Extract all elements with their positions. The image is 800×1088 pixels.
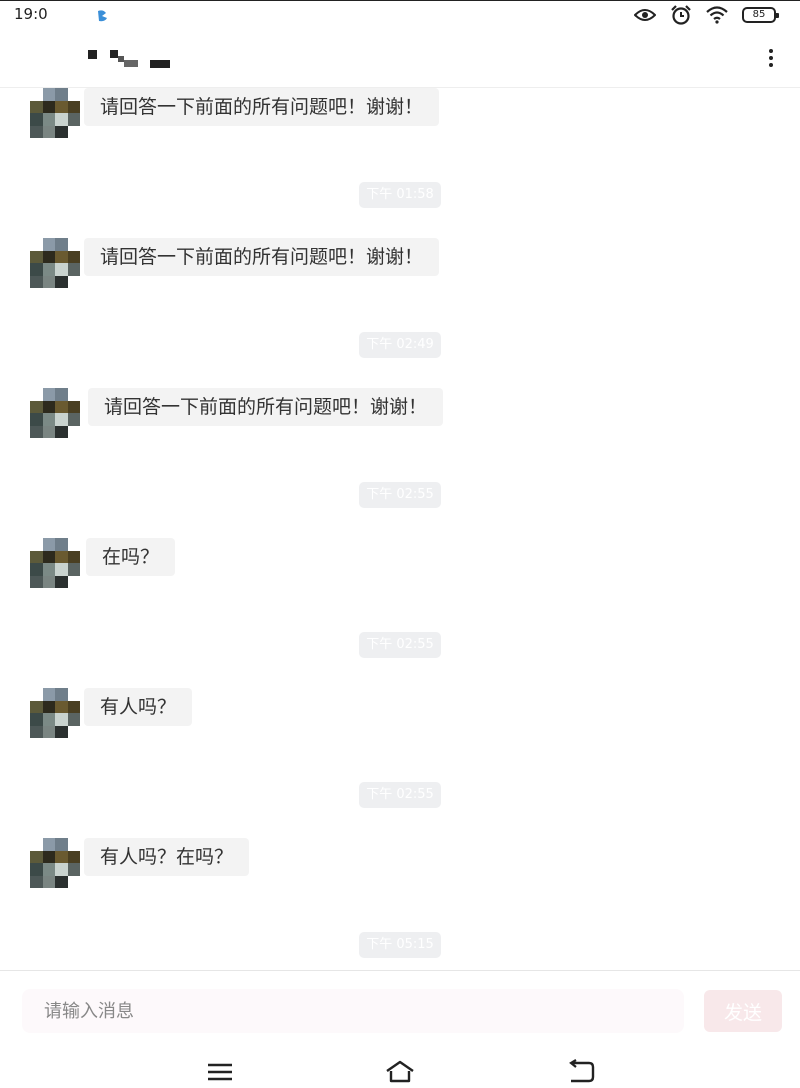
home-icon[interactable] [385, 1058, 415, 1084]
app-notification-icon [96, 8, 110, 22]
message-row: 请回答一下前面的所有问题吧！谢谢！ [0, 388, 800, 442]
message-timestamp: 下午 02:55 [359, 482, 441, 508]
message-input[interactable] [22, 989, 684, 1033]
message-bubble[interactable]: 有人吗？ [84, 688, 193, 726]
contact-avatar[interactable] [30, 88, 80, 138]
message-bubble[interactable]: 请回答一下前面的所有问题吧！谢谢！ [84, 88, 440, 126]
contact-name-redacted [88, 48, 178, 70]
contact-avatar[interactable] [30, 238, 80, 288]
battery-level: 85 [752, 9, 766, 20]
message-list[interactable]: 请回答一下前面的所有问题吧！谢谢！ 下午 01:58 请回答一下前面的所有问题吧… [0, 88, 800, 970]
status-icons: 85 [634, 4, 779, 26]
message-row: 有人吗？在吗？ [0, 838, 800, 892]
message-bubble[interactable]: 在吗？ [86, 538, 176, 576]
message-composer: 发送 [0, 970, 800, 1054]
wifi-icon [706, 6, 728, 24]
message-bubble[interactable]: 请回答一下前面的所有问题吧！谢谢！ [84, 238, 440, 276]
message-timestamp: 下午 05:15 [359, 932, 441, 958]
battery-icon: 85 [742, 7, 779, 23]
menu-icon[interactable] [205, 1058, 235, 1084]
message-timestamp: 下午 01:58 [359, 182, 441, 208]
back-icon[interactable] [566, 1058, 596, 1084]
chat-header [0, 28, 800, 88]
eye-icon [634, 7, 656, 23]
message-bubble[interactable]: 请回答一下前面的所有问题吧！谢谢！ [88, 388, 444, 426]
message-bubble[interactable]: 有人吗？在吗？ [84, 838, 250, 876]
contact-avatar[interactable] [30, 838, 80, 888]
message-timestamp: 下午 02:49 [359, 332, 441, 358]
contact-avatar[interactable] [30, 388, 80, 438]
message-timestamp: 下午 02:55 [359, 632, 441, 658]
message-row: 请回答一下前面的所有问题吧！谢谢！ [0, 88, 800, 142]
more-options-icon[interactable] [764, 46, 778, 70]
message-row: 在吗？ [0, 538, 800, 592]
contact-avatar[interactable] [30, 538, 80, 588]
message-row: 有人吗？ [0, 688, 800, 742]
message-timestamp: 下午 02:55 [359, 782, 441, 808]
alarm-icon [670, 4, 692, 26]
send-button[interactable]: 发送 [704, 990, 782, 1032]
contact-avatar[interactable] [30, 688, 80, 738]
status-time: 19:0 [14, 5, 48, 23]
message-row: 请回答一下前面的所有问题吧！谢谢！ [0, 238, 800, 292]
status-bar: 19:0 85 [0, 0, 800, 28]
system-nav-bar [0, 1054, 800, 1088]
